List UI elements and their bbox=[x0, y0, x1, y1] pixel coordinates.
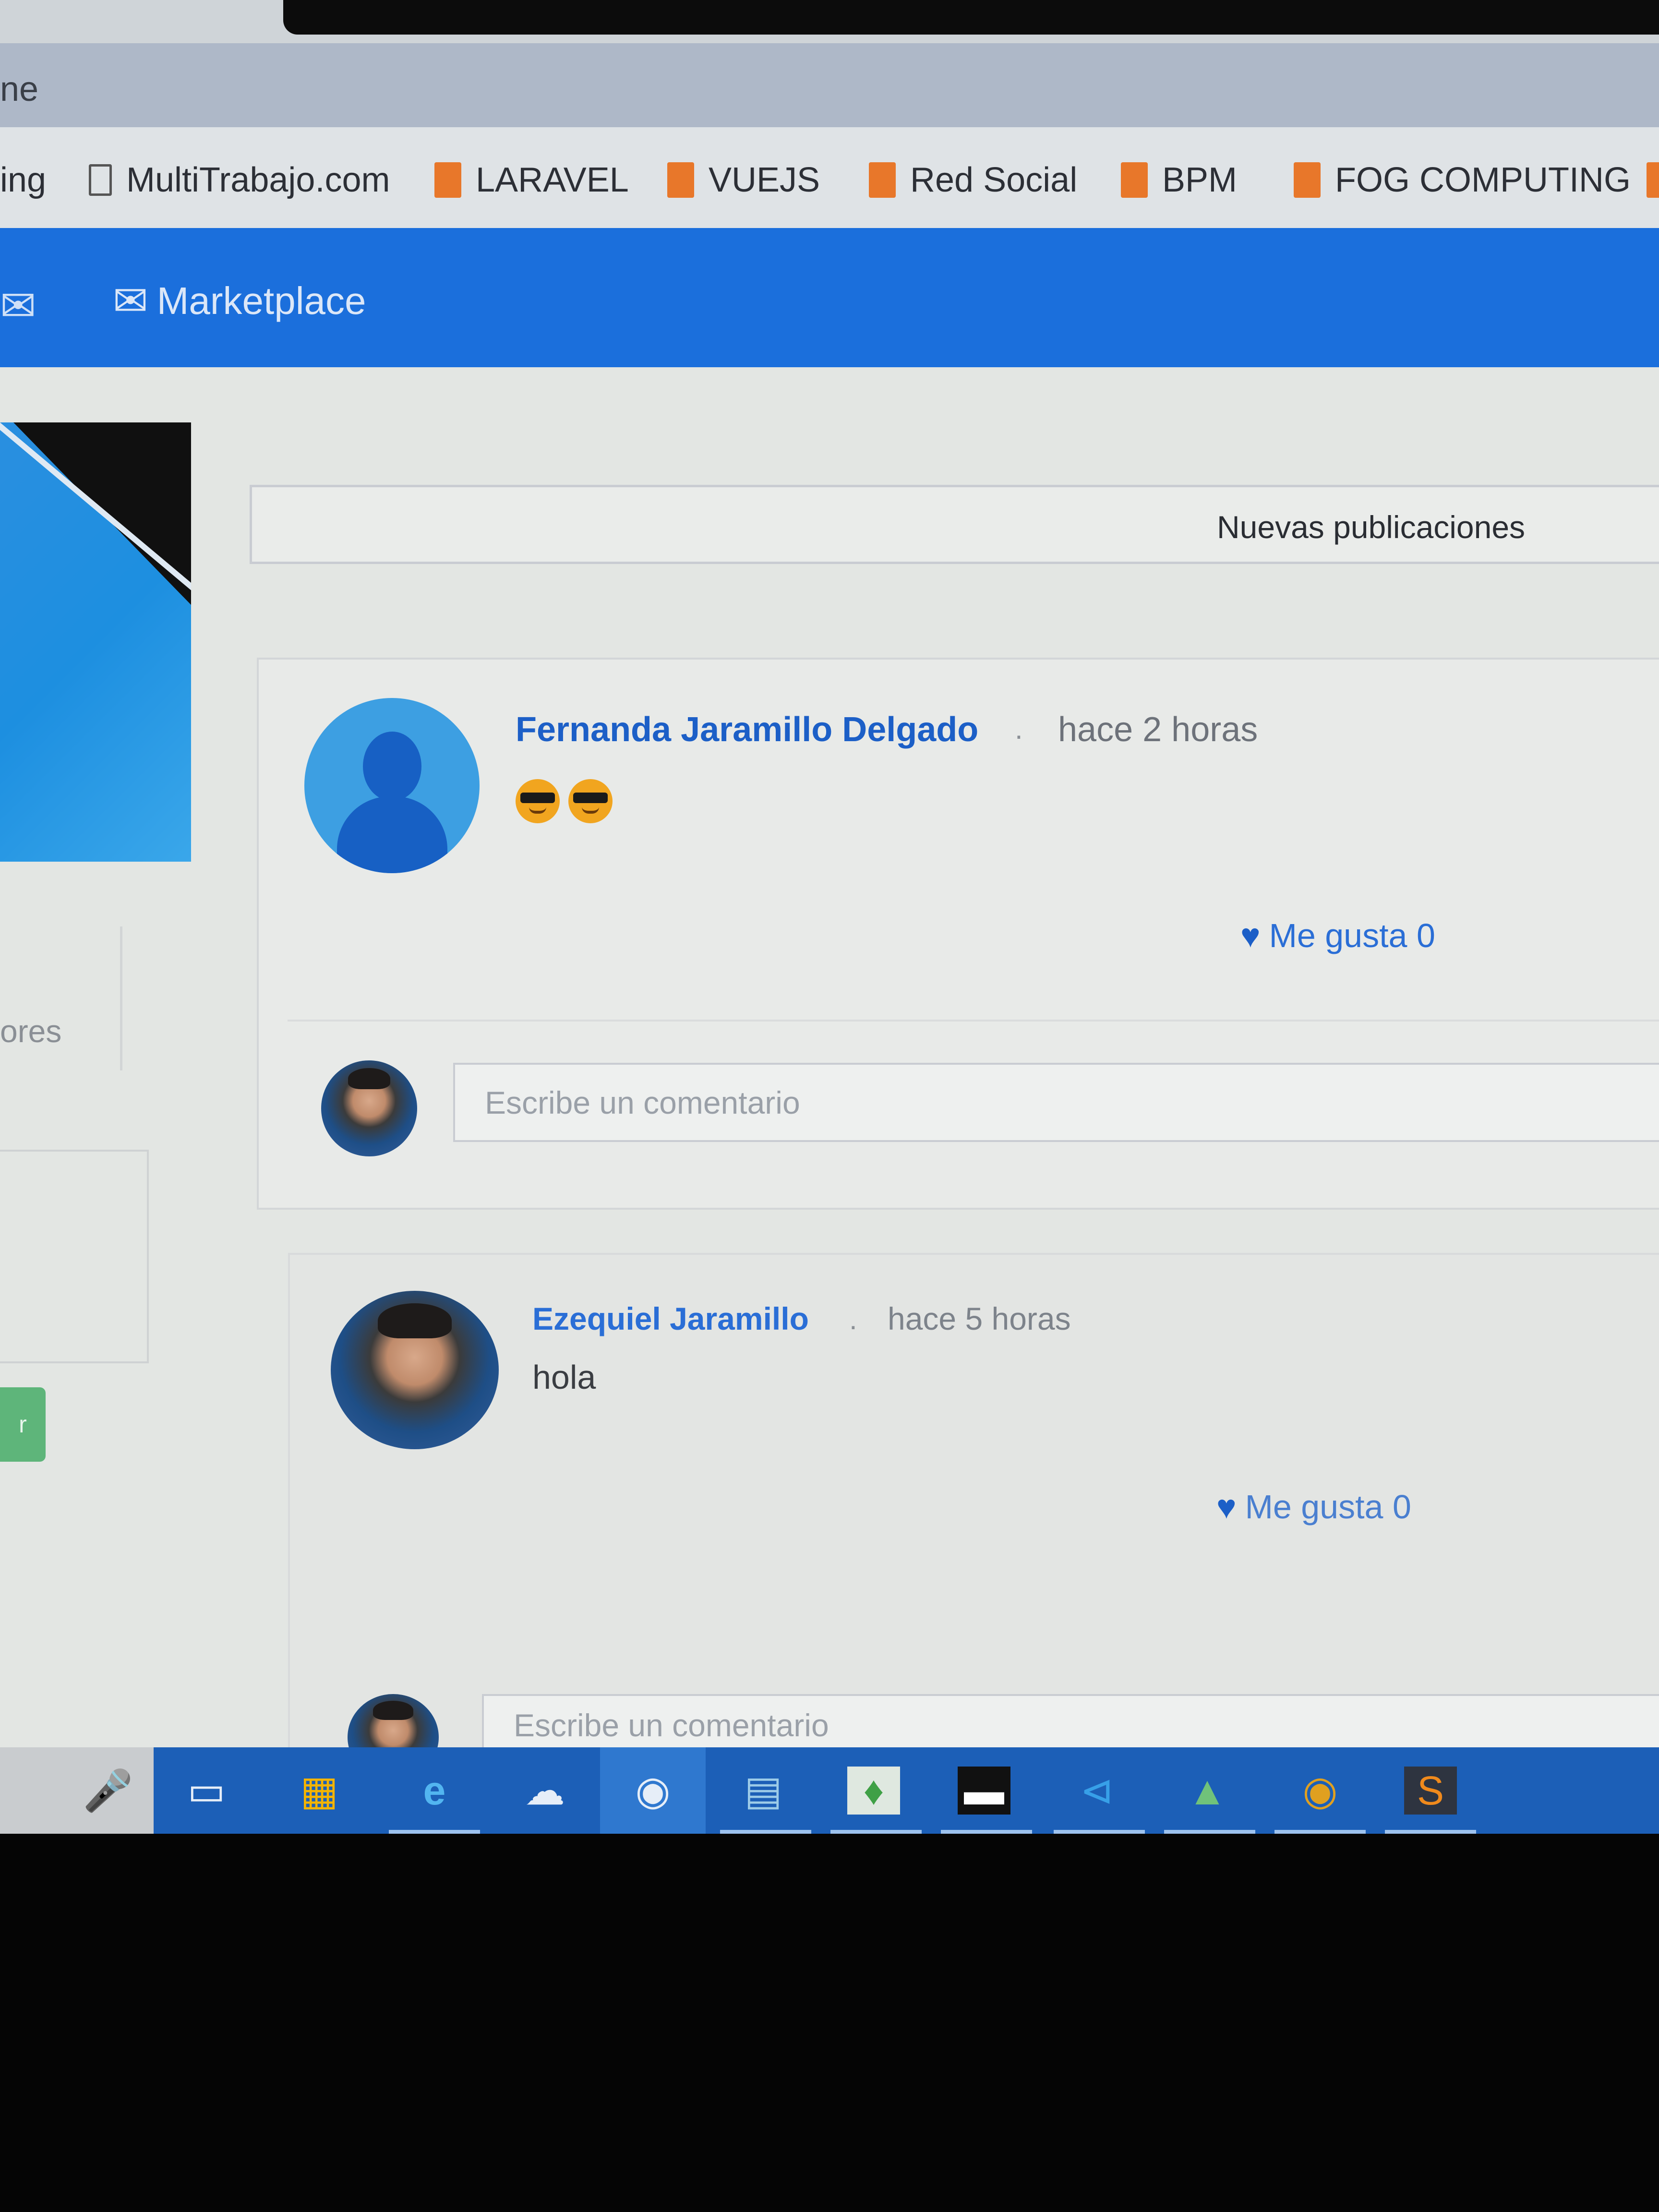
android-studio-icon[interactable]: ▲ bbox=[1181, 1767, 1234, 1815]
post-meta-separator: . bbox=[849, 1303, 857, 1335]
chrome-icon[interactable]: ◉ bbox=[1294, 1767, 1346, 1815]
sunglasses-emoji-icon bbox=[516, 779, 560, 823]
bookmark-label: BPM bbox=[1162, 161, 1238, 199]
bookmark-folder-more[interactable] bbox=[1647, 154, 1659, 206]
folder-icon bbox=[667, 162, 694, 198]
post-timestamp: hace 2 horas bbox=[1058, 710, 1258, 749]
comment-input[interactable] bbox=[482, 1694, 1659, 1754]
like-count-label: Me gusta 0 bbox=[1269, 917, 1435, 954]
comment-input[interactable] bbox=[453, 1063, 1659, 1142]
sidebar-box bbox=[0, 1150, 149, 1363]
sunglasses-emoji-icon bbox=[568, 779, 613, 823]
comment-divider bbox=[288, 1020, 1659, 1022]
heart-icon: ♥ bbox=[1240, 917, 1261, 954]
onedrive-files-icon[interactable]: ☁ bbox=[518, 1767, 571, 1815]
window-title-fragment: ne bbox=[0, 70, 39, 108]
terminal-icon[interactable]: ▬ bbox=[958, 1767, 1010, 1815]
envelope-icon: ✉ bbox=[113, 277, 148, 325]
bookmarks-bar: ing MultiTrabajo.com LARAVEL VUEJS Red S… bbox=[0, 127, 1659, 228]
post-card: Ezequiel Jaramillo . hace 5 horas hola ♥… bbox=[288, 1253, 1659, 1780]
store-icon[interactable]: ▦ bbox=[293, 1767, 346, 1815]
file-explorer-icon[interactable]: ▤ bbox=[737, 1767, 790, 1815]
feed-header: Nuevas publicaciones bbox=[250, 485, 1659, 564]
browser-address-area: ne bbox=[0, 43, 1659, 127]
profile-cover-image bbox=[0, 422, 191, 862]
folder-icon bbox=[1121, 162, 1148, 198]
page-icon bbox=[89, 164, 112, 196]
sidebar-action-button[interactable]: r bbox=[0, 1387, 46, 1462]
vscode-icon[interactable]: ⊲ bbox=[1070, 1767, 1123, 1815]
bookmark-folder-vuejs[interactable]: VUEJS bbox=[667, 154, 820, 206]
mongodb-icon[interactable]: ♦ bbox=[847, 1767, 900, 1815]
bookmark-multitrabajo[interactable]: MultiTrabajo.com bbox=[89, 154, 390, 206]
tab-bar[interactable] bbox=[283, 0, 1659, 35]
windows-taskbar: 🎤 ▭ ▦ e ☁ ◉ ▤ ♦ ▬ ⊲ ▲ ◉ S bbox=[0, 1747, 1659, 1834]
nav-marketplace-label: Marketplace bbox=[156, 279, 366, 322]
user-silhouette-icon bbox=[363, 732, 421, 801]
post-content bbox=[516, 770, 621, 825]
screen: ne ing MultiTrabajo.com LARAVEL VUEJS Re… bbox=[0, 0, 1659, 1834]
browser-tab-strip bbox=[0, 0, 1659, 43]
page-content: ores r Nuevas publicaciones Fernanda Jar… bbox=[0, 367, 1659, 1780]
bookmark-item[interactable]: ing bbox=[0, 154, 46, 206]
bookmark-label: FOG COMPUTING bbox=[1335, 161, 1631, 199]
bookmark-folder-laravel[interactable]: LARAVEL bbox=[434, 154, 629, 206]
microphone-icon[interactable]: 🎤 bbox=[82, 1767, 134, 1815]
bookmark-label: LARAVEL bbox=[476, 161, 629, 199]
folder-icon bbox=[1294, 162, 1321, 198]
post-author-link[interactable]: Ezequiel Jaramillo bbox=[532, 1300, 809, 1337]
post-card: Fernanda Jaramillo Delgado . hace 2 hora… bbox=[257, 658, 1659, 1210]
folder-icon bbox=[869, 162, 896, 198]
heart-icon: ♥ bbox=[1216, 1488, 1237, 1526]
avatar bbox=[321, 1060, 417, 1156]
chrome-icon[interactable]: ◉ bbox=[600, 1747, 706, 1834]
bookmark-label: VUEJS bbox=[709, 161, 820, 199]
post-content: hola bbox=[532, 1358, 596, 1396]
sidebar-stats-label: ores bbox=[0, 1013, 62, 1049]
envelope-icon[interactable]: ✉ bbox=[0, 281, 36, 331]
folder-icon bbox=[1647, 162, 1659, 198]
top-navbar: ✉ ✉ Marketplace bbox=[0, 228, 1659, 367]
edge-icon[interactable]: e bbox=[408, 1767, 461, 1815]
feed-header-title: Nuevas publicaciones bbox=[1217, 509, 1526, 545]
bookmark-label: ing bbox=[0, 161, 47, 199]
avatar[interactable] bbox=[331, 1291, 499, 1449]
like-count-label: Me gusta 0 bbox=[1245, 1488, 1411, 1526]
like-button[interactable]: ♥ Me gusta 0 bbox=[1216, 1488, 1411, 1526]
post-meta-separator: . bbox=[1015, 713, 1023, 745]
bookmark-folder-red-social[interactable]: Red Social bbox=[869, 154, 1077, 206]
sidebar-button-label: r bbox=[19, 1411, 27, 1438]
sublime-icon[interactable]: S bbox=[1404, 1767, 1457, 1815]
nav-marketplace-link[interactable]: ✉ Marketplace bbox=[113, 276, 366, 325]
post-timestamp: hace 5 horas bbox=[888, 1301, 1071, 1336]
task-view-icon[interactable]: ▭ bbox=[180, 1767, 233, 1815]
bookmark-folder-fog-computing[interactable]: FOG COMPUTING bbox=[1294, 154, 1631, 206]
sidebar-divider bbox=[120, 926, 122, 1070]
post-author-link[interactable]: Fernanda Jaramillo Delgado bbox=[516, 710, 978, 749]
bookmark-folder-bpm[interactable]: BPM bbox=[1121, 154, 1237, 206]
monitor-bezel bbox=[0, 1834, 1659, 2212]
folder-icon bbox=[434, 162, 461, 198]
like-button[interactable]: ♥ Me gusta 0 bbox=[1240, 916, 1435, 955]
bookmark-label: Red Social bbox=[910, 161, 1078, 199]
avatar[interactable] bbox=[304, 698, 480, 873]
bookmark-label: MultiTrabajo.com bbox=[126, 161, 390, 199]
